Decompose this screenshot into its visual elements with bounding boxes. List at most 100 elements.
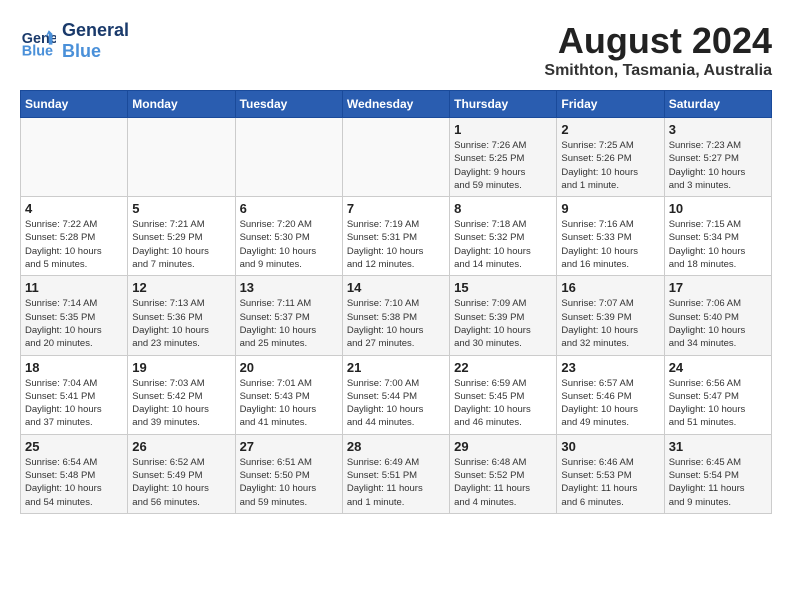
day-cell: 17 Sunrise: 7:06 AM Sunset: 5:40 PM Dayli… <box>664 276 771 355</box>
day-cell: 15Sunrise: 7:09 AM Sunset: 5:39 PM Dayli… <box>450 276 557 355</box>
day-cell: 11 Sunrise: 7:14 AM Sunset: 5:35 PM Dayli… <box>21 276 128 355</box>
day-cell: 19 Sunrise: 7:03 AM Sunset: 5:42 PM Dayli… <box>128 355 235 434</box>
day-cell: 30 Sunrise: 6:46 AM Sunset: 5:53 PM Dayli… <box>557 434 664 513</box>
header-cell-thursday: Thursday <box>450 91 557 118</box>
day-number: 21 <box>347 360 445 375</box>
header-cell-monday: Monday <box>128 91 235 118</box>
header-cell-friday: Friday <box>557 91 664 118</box>
week-row-4: 18Sunrise: 7:04 AM Sunset: 5:41 PM Dayli… <box>21 355 772 434</box>
day-info: Sunrise: 7:23 AM Sunset: 5:27 PM Dayligh… <box>669 139 767 192</box>
logo: General Blue General Blue <box>20 20 129 62</box>
day-cell: 14 Sunrise: 7:10 AM Sunset: 5:38 PM Dayli… <box>342 276 449 355</box>
day-info: Sunrise: 7:14 AM Sunset: 5:35 PM Dayligh… <box>25 297 123 350</box>
day-number: 19 <box>132 360 230 375</box>
day-number: 9 <box>561 201 659 216</box>
day-number: 8 <box>454 201 552 216</box>
day-cell <box>21 118 128 197</box>
day-cell: 22Sunrise: 6:59 AM Sunset: 5:45 PM Dayli… <box>450 355 557 434</box>
day-cell: 20 Sunrise: 7:01 AM Sunset: 5:43 PM Dayli… <box>235 355 342 434</box>
day-number: 3 <box>669 122 767 137</box>
day-cell: 3 Sunrise: 7:23 AM Sunset: 5:27 PM Daylig… <box>664 118 771 197</box>
day-cell <box>235 118 342 197</box>
day-cell: 16Sunrise: 7:07 AM Sunset: 5:39 PM Dayli… <box>557 276 664 355</box>
day-info: Sunrise: 6:49 AM Sunset: 5:51 PM Dayligh… <box>347 456 445 509</box>
day-info: Sunrise: 6:57 AM Sunset: 5:46 PM Dayligh… <box>561 377 659 430</box>
day-cell: 31 Sunrise: 6:45 AM Sunset: 5:54 PM Dayli… <box>664 434 771 513</box>
day-info: Sunrise: 7:25 AM Sunset: 5:26 PM Dayligh… <box>561 139 659 192</box>
header-cell-tuesday: Tuesday <box>235 91 342 118</box>
header-cell-saturday: Saturday <box>664 91 771 118</box>
logo-icon: General Blue <box>20 23 56 59</box>
day-info: Sunrise: 6:52 AM Sunset: 5:49 PM Dayligh… <box>132 456 230 509</box>
week-row-2: 4Sunrise: 7:22 AM Sunset: 5:28 PM Daylig… <box>21 197 772 276</box>
day-cell: 21 Sunrise: 7:00 AM Sunset: 5:44 PM Dayli… <box>342 355 449 434</box>
day-info: Sunrise: 6:56 AM Sunset: 5:47 PM Dayligh… <box>669 377 767 430</box>
day-info: Sunrise: 7:09 AM Sunset: 5:39 PM Dayligh… <box>454 297 552 350</box>
day-number: 17 <box>669 280 767 295</box>
day-number: 7 <box>347 201 445 216</box>
day-cell: 27Sunrise: 6:51 AM Sunset: 5:50 PM Dayli… <box>235 434 342 513</box>
day-number: 5 <box>132 201 230 216</box>
day-info: Sunrise: 6:45 AM Sunset: 5:54 PM Dayligh… <box>669 456 767 509</box>
week-row-3: 11 Sunrise: 7:14 AM Sunset: 5:35 PM Dayli… <box>21 276 772 355</box>
day-info: Sunrise: 7:06 AM Sunset: 5:40 PM Dayligh… <box>669 297 767 350</box>
day-number: 28 <box>347 439 445 454</box>
day-cell: 13 Sunrise: 7:11 AM Sunset: 5:37 PM Dayli… <box>235 276 342 355</box>
day-number: 29 <box>454 439 552 454</box>
day-number: 4 <box>25 201 123 216</box>
day-info: Sunrise: 6:48 AM Sunset: 5:52 PM Dayligh… <box>454 456 552 509</box>
day-cell: 6 Sunrise: 7:20 AM Sunset: 5:30 PM Daylig… <box>235 197 342 276</box>
location-title: Smithton, Tasmania, Australia <box>544 62 772 80</box>
day-number: 18 <box>25 360 123 375</box>
day-number: 25 <box>25 439 123 454</box>
day-info: Sunrise: 6:46 AM Sunset: 5:53 PM Dayligh… <box>561 456 659 509</box>
logo-line1: General <box>62 20 129 41</box>
day-info: Sunrise: 7:19 AM Sunset: 5:31 PM Dayligh… <box>347 218 445 271</box>
page-header: General Blue General Blue August 2024 Sm… <box>20 20 772 80</box>
month-title: August 2024 <box>544 20 772 62</box>
day-number: 24 <box>669 360 767 375</box>
day-number: 1 <box>454 122 552 137</box>
calendar-table: SundayMondayTuesdayWednesdayThursdayFrid… <box>20 90 772 514</box>
day-number: 2 <box>561 122 659 137</box>
day-cell: 12Sunrise: 7:13 AM Sunset: 5:36 PM Dayli… <box>128 276 235 355</box>
day-info: Sunrise: 7:11 AM Sunset: 5:37 PM Dayligh… <box>240 297 338 350</box>
day-info: Sunrise: 7:00 AM Sunset: 5:44 PM Dayligh… <box>347 377 445 430</box>
day-cell: 26 Sunrise: 6:52 AM Sunset: 5:49 PM Dayli… <box>128 434 235 513</box>
day-info: Sunrise: 7:15 AM Sunset: 5:34 PM Dayligh… <box>669 218 767 271</box>
day-number: 13 <box>240 280 338 295</box>
day-number: 20 <box>240 360 338 375</box>
header-cell-sunday: Sunday <box>21 91 128 118</box>
day-number: 30 <box>561 439 659 454</box>
day-cell: 25 Sunrise: 6:54 AM Sunset: 5:48 PM Dayli… <box>21 434 128 513</box>
day-cell: 8 Sunrise: 7:18 AM Sunset: 5:32 PM Daylig… <box>450 197 557 276</box>
calendar-body: 1 Sunrise: 7:26 AM Sunset: 5:25 PM Daylig… <box>21 118 772 514</box>
day-number: 6 <box>240 201 338 216</box>
day-info: Sunrise: 6:54 AM Sunset: 5:48 PM Dayligh… <box>25 456 123 509</box>
day-number: 14 <box>347 280 445 295</box>
day-info: Sunrise: 7:20 AM Sunset: 5:30 PM Dayligh… <box>240 218 338 271</box>
svg-text:Blue: Blue <box>22 43 53 59</box>
day-cell: 1 Sunrise: 7:26 AM Sunset: 5:25 PM Daylig… <box>450 118 557 197</box>
day-cell: 10Sunrise: 7:15 AM Sunset: 5:34 PM Dayli… <box>664 197 771 276</box>
day-cell: 29 Sunrise: 6:48 AM Sunset: 5:52 PM Dayli… <box>450 434 557 513</box>
day-number: 26 <box>132 439 230 454</box>
day-cell: 18Sunrise: 7:04 AM Sunset: 5:41 PM Dayli… <box>21 355 128 434</box>
day-info: Sunrise: 7:10 AM Sunset: 5:38 PM Dayligh… <box>347 297 445 350</box>
day-cell: 28 Sunrise: 6:49 AM Sunset: 5:51 PM Dayli… <box>342 434 449 513</box>
day-number: 23 <box>561 360 659 375</box>
day-cell: 2 Sunrise: 7:25 AM Sunset: 5:26 PM Daylig… <box>557 118 664 197</box>
day-info: Sunrise: 7:03 AM Sunset: 5:42 PM Dayligh… <box>132 377 230 430</box>
day-cell: 23 Sunrise: 6:57 AM Sunset: 5:46 PM Dayli… <box>557 355 664 434</box>
day-number: 11 <box>25 280 123 295</box>
day-info: Sunrise: 7:18 AM Sunset: 5:32 PM Dayligh… <box>454 218 552 271</box>
day-info: Sunrise: 7:01 AM Sunset: 5:43 PM Dayligh… <box>240 377 338 430</box>
day-number: 22 <box>454 360 552 375</box>
week-row-5: 25 Sunrise: 6:54 AM Sunset: 5:48 PM Dayli… <box>21 434 772 513</box>
day-cell: 24 Sunrise: 6:56 AM Sunset: 5:47 PM Dayli… <box>664 355 771 434</box>
day-info: Sunrise: 7:26 AM Sunset: 5:25 PM Dayligh… <box>454 139 552 192</box>
day-number: 31 <box>669 439 767 454</box>
day-cell: 5Sunrise: 7:21 AM Sunset: 5:29 PM Daylig… <box>128 197 235 276</box>
day-info: Sunrise: 7:13 AM Sunset: 5:36 PM Dayligh… <box>132 297 230 350</box>
day-number: 16 <box>561 280 659 295</box>
